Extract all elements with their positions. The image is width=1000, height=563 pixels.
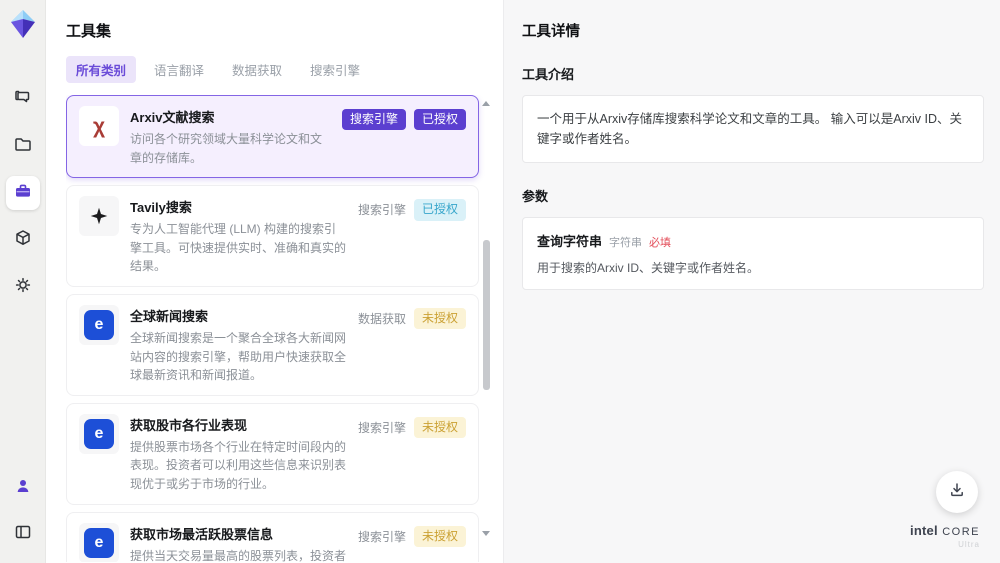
- tool-item-arxiv[interactable]: χ Arxiv文献搜索 访问各个研究领域大量科学论文和文章的存储库。 搜索引擎 …: [66, 95, 479, 179]
- auth-status-badge: 未授权: [413, 525, 466, 547]
- sidebar-item-settings[interactable]: [6, 270, 40, 304]
- intel-core-logo: intel CORE Ultra: [910, 522, 980, 550]
- tool-description: 全球新闻搜索是一个聚合全球各大新闻网站内容的搜索引擎，帮助用户快速获取全球最新资…: [130, 330, 347, 383]
- list-scrollbar[interactable]: [482, 95, 491, 562]
- detail-title: 工具详情: [522, 24, 580, 40]
- scroll-up-arrow-icon[interactable]: [482, 101, 490, 106]
- tool-title: 获取市场最活跃股票信息: [130, 526, 274, 542]
- tab-all-categories[interactable]: 所有类别: [66, 56, 137, 83]
- app-logo-icon: [7, 8, 39, 40]
- auth-status-badge: 已授权: [413, 109, 466, 131]
- tab-search-engine[interactable]: 搜索引擎: [300, 56, 370, 83]
- category-label: 搜索引擎: [357, 420, 406, 435]
- user-icon: [13, 476, 33, 501]
- params-heading: 参数: [522, 189, 549, 204]
- core-logo-text: CORE: [942, 525, 980, 538]
- tool-title: 获取股市各行业表现: [130, 417, 248, 433]
- param-required-label: 必填: [649, 237, 672, 249]
- toolset-panel: 工具集 所有类别 语言翻译 数据获取 搜索引擎 χ Arxiv文献搜索 访问各个…: [46, 0, 503, 563]
- sidebar-item-files[interactable]: [6, 129, 40, 163]
- tool-title: Arxiv文献搜索: [130, 110, 215, 125]
- tool-description: 提供股票市场各个行业在特定时间段内的表现。投资者可以利用这些信息来识别表现优于或…: [130, 439, 347, 491]
- news-api-icon: e: [79, 304, 119, 345]
- param-type: 字符串: [609, 237, 643, 249]
- category-tabs: 所有类别 语言翻译 数据获取 搜索引擎: [66, 56, 491, 83]
- package-icon: [13, 228, 33, 253]
- finance-api-icon: e: [79, 413, 119, 454]
- chat-icon: [13, 87, 33, 112]
- sidebar-item-profile[interactable]: [6, 471, 40, 505]
- tool-title: Tavily搜索: [130, 200, 192, 216]
- intro-heading: 工具介绍: [522, 67, 575, 82]
- folder-icon: [13, 134, 33, 159]
- intro-card: 一个用于从Arxiv存储库搜索科学论文和文章的工具。 输入可以是Arxiv ID…: [522, 95, 984, 163]
- page-title: 工具集: [66, 23, 112, 40]
- category-badge: 搜索引擎: [341, 109, 406, 131]
- category-label: 数据获取: [357, 311, 406, 326]
- auth-status-badge: 已授权: [413, 199, 466, 221]
- auth-status-badge: 未授权: [413, 307, 466, 330]
- param-description: 用于搜索的Arxiv ID、关键字或作者姓名。: [537, 261, 760, 275]
- tool-item-global-news[interactable]: e 全球新闻搜索 全球新闻搜索是一个聚合全球各大新闻网站内容的搜索引擎，帮助用户…: [66, 293, 479, 396]
- param-card: 查询字符串 字符串 必填 用于搜索的Arxiv ID、关键字或作者姓名。: [522, 217, 984, 290]
- sidebar-item-collapse[interactable]: [6, 517, 40, 551]
- ultra-logo-text: Ultra: [958, 540, 980, 550]
- tool-item-tavily[interactable]: Tavily搜索 专为人工智能代理 (LLM) 构建的搜索引擎工具。可快速提供实…: [66, 185, 479, 287]
- param-name: 查询字符串: [537, 234, 603, 249]
- sidebar-item-toolset[interactable]: [5, 176, 40, 210]
- auth-status-badge: 未授权: [413, 416, 466, 439]
- category-label: 搜索引擎: [357, 203, 406, 218]
- tool-item-sector-performance[interactable]: e 获取股市各行业表现 提供股票市场各个行业在特定时间段内的表现。投资者可以利用…: [66, 402, 479, 505]
- tavily-star-icon: [79, 196, 119, 237]
- category-label: 搜索引擎: [357, 529, 406, 544]
- scroll-down-arrow-icon[interactable]: [482, 531, 490, 536]
- left-rail: [0, 0, 46, 563]
- sidebar-item-packages[interactable]: [6, 223, 40, 257]
- arxiv-logo-icon: χ: [79, 106, 119, 146]
- intel-logo-text: intel: [910, 522, 938, 538]
- tool-detail-panel: 工具详情 工具介绍 一个用于从Arxiv存储库搜索科学论文和文章的工具。 输入可…: [503, 0, 1000, 563]
- panel-toggle-icon: [13, 522, 33, 547]
- scrollbar-thumb[interactable]: [483, 240, 490, 390]
- tool-title: 全球新闻搜索: [130, 308, 209, 324]
- toolbox-icon: [13, 181, 33, 206]
- settings-icon: [13, 275, 33, 300]
- tool-description: 提供当天交易量最高的股票列表，投资者可以利用这些信息来识别流动性强的股票和潜在的…: [130, 548, 347, 562]
- tool-list: χ Arxiv文献搜索 访问各个研究领域大量科学论文和文章的存储库。 搜索引擎 …: [66, 95, 491, 562]
- download-button[interactable]: [936, 471, 978, 513]
- tool-description: 专为人工智能代理 (LLM) 构建的搜索引擎工具。可快速提供实时、准确和真实的结…: [130, 222, 347, 274]
- tool-description: 访问各个研究领域大量科学论文和文章的存储库。: [130, 132, 323, 165]
- tool-item-active-stocks[interactable]: e 获取市场最活跃股票信息 提供当天交易量最高的股票列表，投资者可以利用这些信息…: [66, 511, 479, 562]
- download-icon: [947, 480, 967, 505]
- intro-text: 一个用于从Arxiv存储库搜索科学论文和文章的工具。 输入可以是Arxiv ID…: [537, 112, 963, 146]
- finance-api-icon: e: [79, 522, 119, 562]
- tab-data-fetch[interactable]: 数据获取: [222, 56, 292, 83]
- tab-language-translation[interactable]: 语言翻译: [144, 56, 214, 83]
- sidebar-item-chat[interactable]: [6, 82, 40, 116]
